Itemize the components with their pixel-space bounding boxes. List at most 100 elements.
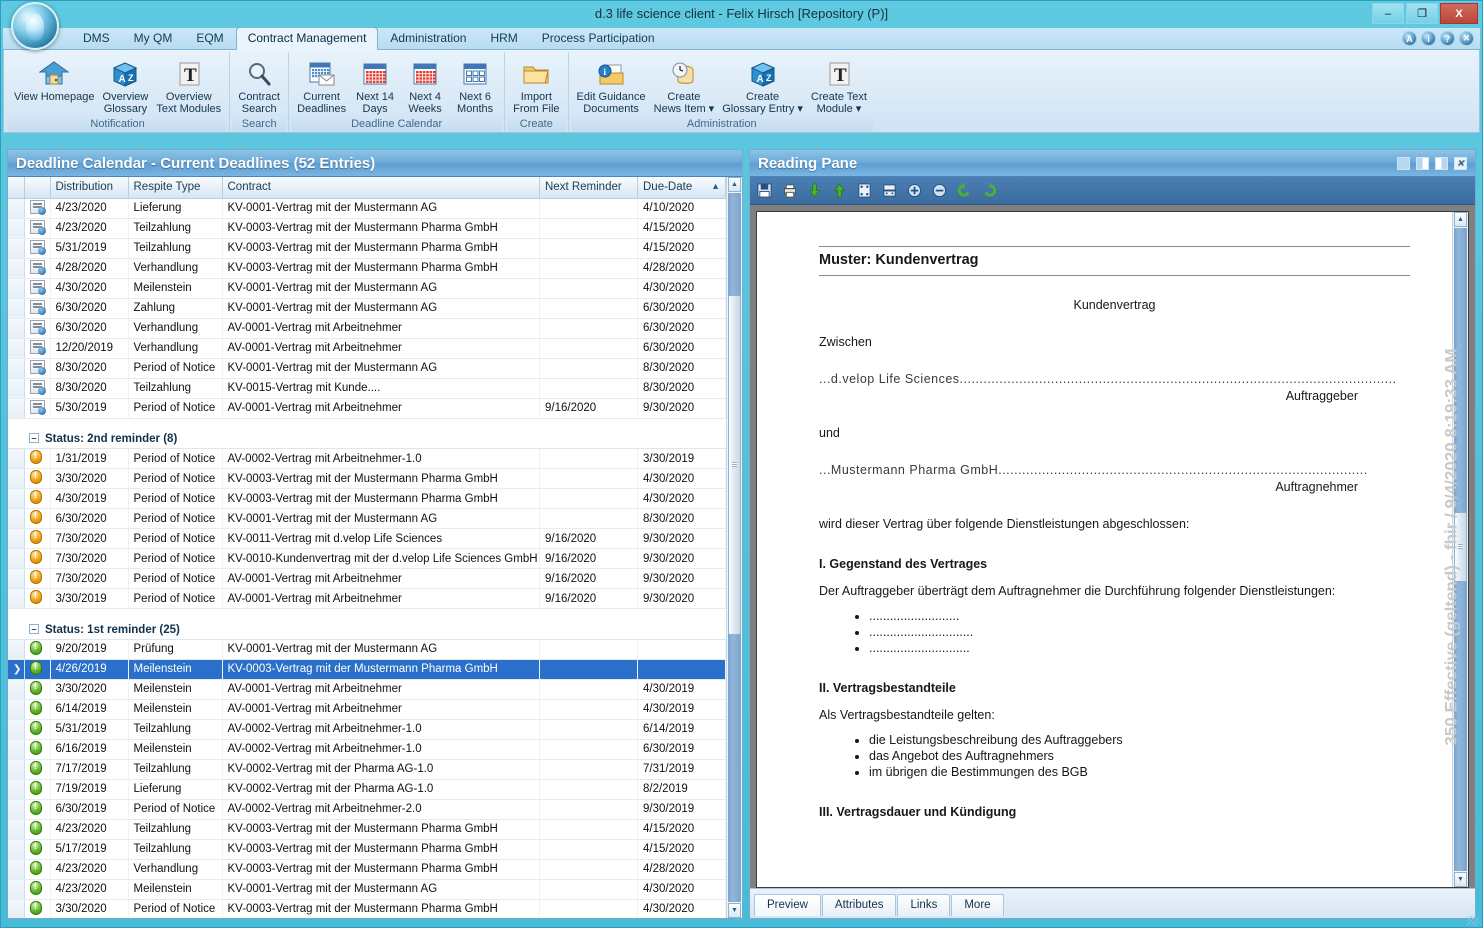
table-row[interactable]: 4/28/2020 Verhandlung KV-0003-Vertrag mit … — [8, 258, 726, 279]
reading-pane-tab-more[interactable]: More — [951, 894, 1004, 916]
reading-pane-tab-links[interactable]: Links — [897, 894, 951, 916]
table-row[interactable]: 4/23/2020 Lieferung KV-0001-Vertrag mit de… — [8, 198, 726, 219]
maximize-button[interactable]: ❐ — [1406, 3, 1438, 24]
table-row[interactable]: 7/30/2020Period of NoticeAV-0001-Vertrag… — [8, 568, 726, 589]
collapse-icon[interactable]: – — [29, 433, 39, 443]
reading-pane-tab-preview[interactable]: Preview — [754, 894, 821, 916]
application-orb-icon[interactable] — [11, 2, 59, 50]
table-row[interactable]: 4/23/2020TeilzahlungKV-0003-Vertrag mit … — [8, 218, 726, 239]
tab-eqm[interactable]: EQM — [184, 27, 235, 49]
tab-hrm[interactable]: HRM — [478, 27, 529, 49]
close-icon[interactable]: ✕ — [1454, 156, 1467, 170]
table-row[interactable]: 4/30/2020 Meilenstein KV-0001-Vertrag mit … — [8, 278, 726, 299]
ribbon-button-next-4-weeks[interactable]: Next 4 Weeks — [400, 55, 450, 115]
table-row[interactable]: 1/31/2019Period of NoticeAV-0002-Vertrag… — [8, 448, 726, 469]
fit-width-icon[interactable] — [881, 182, 898, 199]
table-row[interactable]: 6/16/2019MeilensteinAV-0002-Vertrag mit … — [8, 739, 726, 760]
table-row[interactable]: 8/30/2020 Teilzahlung KV-0015-Vertrag mit … — [8, 378, 726, 399]
column-header-due-date[interactable]: Due-Date ▲ — [637, 177, 726, 199]
cell-respite-type: Teilzahlung — [128, 759, 223, 780]
column-header-contract[interactable]: Contract — [222, 177, 540, 199]
resize-grip-icon[interactable] — [1467, 916, 1479, 926]
minimize-button[interactable]: – — [1372, 3, 1404, 24]
zoom-in-icon[interactable] — [906, 182, 923, 199]
accessibility-icon[interactable]: A — [1402, 31, 1417, 46]
group-header-row[interactable]: – Status: 1st reminder (25) — [8, 617, 726, 640]
ribbon-button-create-news-item[interactable]: Create News Item ▾ — [650, 55, 719, 115]
ribbon-button-create-text-module[interactable]: T Create Text Module ▾ — [807, 55, 871, 115]
table-row[interactable]: 8/30/2020 Period of Notice KV-0001-Vertrag… — [8, 358, 726, 379]
table-row[interactable]: 6/30/2019Period of NoticeAV-0002-Vertrag… — [8, 799, 726, 820]
reading-pane-tab-attributes[interactable]: Attributes — [821, 894, 897, 916]
document-vertical-scrollbar[interactable]: ▲ ▼ — [1452, 212, 1468, 887]
doc-scroll-down-arrow-icon[interactable]: ▼ — [1454, 872, 1467, 887]
page-down-icon[interactable] — [806, 182, 823, 199]
zoom-out-icon[interactable] — [931, 182, 948, 199]
table-row[interactable]: 5/31/2019 Teilzahlung KV-0003-Vertrag mit … — [8, 238, 726, 259]
column-header-distribution[interactable]: Distribution — [50, 177, 129, 199]
doc-scrollbar-thumb[interactable] — [1454, 512, 1467, 582]
ribbon-button-next-14-days[interactable]: Next 14 Days — [350, 55, 400, 115]
split-left-icon[interactable] — [1416, 156, 1429, 170]
table-row[interactable]: 4/23/2020TeilzahlungKV-0003-Vertrag mit … — [8, 819, 726, 840]
collapse-icon[interactable]: – — [29, 623, 39, 634]
scroll-up-arrow-icon[interactable]: ▲ — [728, 177, 741, 192]
close-session-icon[interactable]: ✕ — [1459, 31, 1474, 46]
table-row[interactable]: 3/30/2020Period of NoticeKV-0003-Vertrag… — [8, 899, 726, 918]
tab-administration[interactable]: Administration — [378, 27, 478, 49]
table-row[interactable]: 3/30/2020MeilensteinAV-0001-Vertrag mit … — [8, 679, 726, 700]
ribbon-button-contract-search[interactable]: Contract Search — [234, 55, 284, 115]
ribbon-button-next-6-months[interactable]: Next 6 Months — [450, 55, 500, 115]
help-icon[interactable]: ? — [1440, 31, 1455, 46]
grid-vertical-scrollbar[interactable]: ▲ ▼ — [726, 177, 742, 918]
scroll-down-arrow-icon[interactable]: ▼ — [728, 903, 741, 918]
tab-dms[interactable]: DMS — [71, 27, 122, 49]
table-row[interactable]: 7/30/2020Period of NoticeKV-0011-Vertrag… — [8, 528, 726, 549]
ribbon-button-overview-text-modules[interactable]: T Overview Text Modules — [152, 55, 225, 115]
ribbon-button-overview-glossary[interactable]: A Z Overview Glossary — [99, 55, 153, 115]
table-row[interactable]: 5/31/2019TeilzahlungAV-0002-Vertrag mit … — [8, 719, 726, 740]
table-row[interactable]: 4/23/2020VerhandlungKV-0003-Vertrag mit … — [8, 859, 726, 880]
tab-process-participation[interactable]: Process Participation — [530, 27, 667, 49]
restore-icon[interactable] — [1397, 156, 1410, 170]
ribbon-button-create-glossary-entry[interactable]: A Z Create Glossary Entry ▾ — [718, 55, 807, 115]
column-header-next-reminder[interactable]: Next Reminder — [539, 177, 638, 199]
table-row[interactable]: 12/20/2019 Verhandlung AV-0001-Vertrag mit… — [8, 338, 726, 359]
cell-due-date: 9/30/2020 — [637, 568, 726, 589]
table-row[interactable]: 5/30/2019 Period of Notice AV-0001-Vertrag… — [8, 398, 726, 419]
table-row[interactable]: 9/20/2019PrüfungKV-0001-Vertrag mit der … — [8, 639, 726, 660]
rotate-left-icon[interactable] — [956, 182, 973, 199]
table-row[interactable]: 6/30/2020 Verhandlung AV-0001-Vertrag mit … — [8, 318, 726, 339]
table-row[interactable]: 6/30/2020 Zahlung KV-0001-Vertrag mit der … — [8, 298, 726, 319]
tab-contract-management[interactable]: Contract Management — [235, 27, 379, 50]
fit-page-icon[interactable] — [856, 182, 873, 199]
table-row[interactable]: 6/14/2019MeilensteinAV-0001-Vertrag mit … — [8, 699, 726, 720]
rotate-right-icon[interactable] — [981, 182, 998, 199]
table-row[interactable]: 5/17/2019TeilzahlungKV-0003-Vertrag mit … — [8, 839, 726, 860]
group-header-row[interactable]: – Status: 2nd reminder (8) — [8, 427, 726, 449]
print-icon[interactable] — [781, 182, 798, 199]
page-up-icon[interactable] — [831, 182, 848, 199]
table-row[interactable]: 3/30/2020Period of NoticeKV-0003-Vertrag… — [8, 468, 726, 489]
table-row[interactable]: 4/23/2020MeilensteinKV-0001-Vertrag mit … — [8, 879, 726, 900]
close-button[interactable]: X — [1440, 3, 1478, 24]
doc-scroll-up-arrow-icon[interactable]: ▲ — [1454, 212, 1467, 227]
tab-my-qm[interactable]: My QM — [122, 27, 185, 49]
save-icon[interactable] — [756, 182, 773, 199]
table-row[interactable]: ❯ 4/26/2019MeilensteinKV-0003-Vertrag mit… — [8, 659, 726, 680]
table-row[interactable]: 7/19/2019LieferungKV-0002-Vertrag mit de… — [8, 779, 726, 800]
ribbon-button-view-homepage[interactable]: View Homepage — [10, 55, 99, 103]
split-right-icon[interactable] — [1435, 156, 1448, 170]
table-row[interactable]: 4/30/2019Period of NoticeKV-0003-Vertrag… — [8, 488, 726, 509]
ribbon-button-current-deadlines[interactable]: Current Deadlines — [293, 55, 350, 115]
scrollbar-thumb[interactable] — [728, 295, 741, 635]
table-row[interactable]: 7/17/2019TeilzahlungKV-0002-Vertrag mit … — [8, 759, 726, 780]
table-row[interactable]: 3/30/2019Period of NoticeAV-0001-Vertrag… — [8, 588, 726, 609]
ribbon-button-edit-guidance-documents[interactable]: i Edit Guidance Documents — [573, 55, 650, 115]
info-icon[interactable]: i — [1421, 31, 1436, 46]
table-row[interactable]: 6/30/2020Period of NoticeKV-0001-Vertrag… — [8, 508, 726, 529]
column-header-respite-type[interactable]: Respite Type — [128, 177, 223, 199]
table-row[interactable]: 7/30/2020Period of NoticeKV-0010-Kundenv… — [8, 548, 726, 569]
ribbon-button-import-from-file[interactable]: Import From File — [509, 55, 563, 115]
document-scroll-area[interactable]: Muster: Kundenvertrag Kundenvertrag Zwis… — [756, 211, 1469, 888]
